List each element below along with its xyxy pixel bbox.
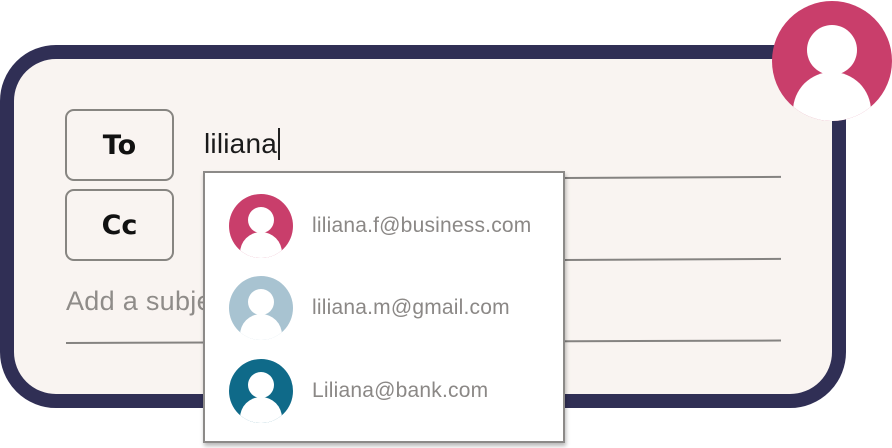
to-input[interactable]: liliana <box>204 128 280 160</box>
to-input-value: liliana <box>204 128 277 159</box>
text-cursor <box>278 128 280 160</box>
suggestion-email: liliana.m@gmail.com <box>312 296 510 319</box>
to-label: To <box>102 129 137 161</box>
person-icon <box>229 194 293 258</box>
person-icon <box>229 276 293 340</box>
suggestion-email: Liliana@bank.com <box>312 379 489 402</box>
email-compose-scene: To liliana Cc Add a subject liliana.f@bu… <box>0 0 892 448</box>
suggestion-item[interactable]: Liliana@bank.com <box>229 359 549 423</box>
suggestion-item[interactable]: liliana.f@business.com <box>229 194 549 258</box>
suggestion-item[interactable]: liliana.m@gmail.com <box>229 276 549 340</box>
to-label-button[interactable]: To <box>65 109 174 181</box>
cc-label-button[interactable]: Cc <box>65 189 174 261</box>
user-avatar-icon[interactable] <box>772 1 892 121</box>
autocomplete-dropdown: liliana.f@business.com liliana.m@gmail.c… <box>203 171 565 443</box>
person-icon <box>229 359 293 423</box>
suggestion-email: liliana.f@business.com <box>312 214 532 237</box>
cc-label: Cc <box>101 209 138 241</box>
